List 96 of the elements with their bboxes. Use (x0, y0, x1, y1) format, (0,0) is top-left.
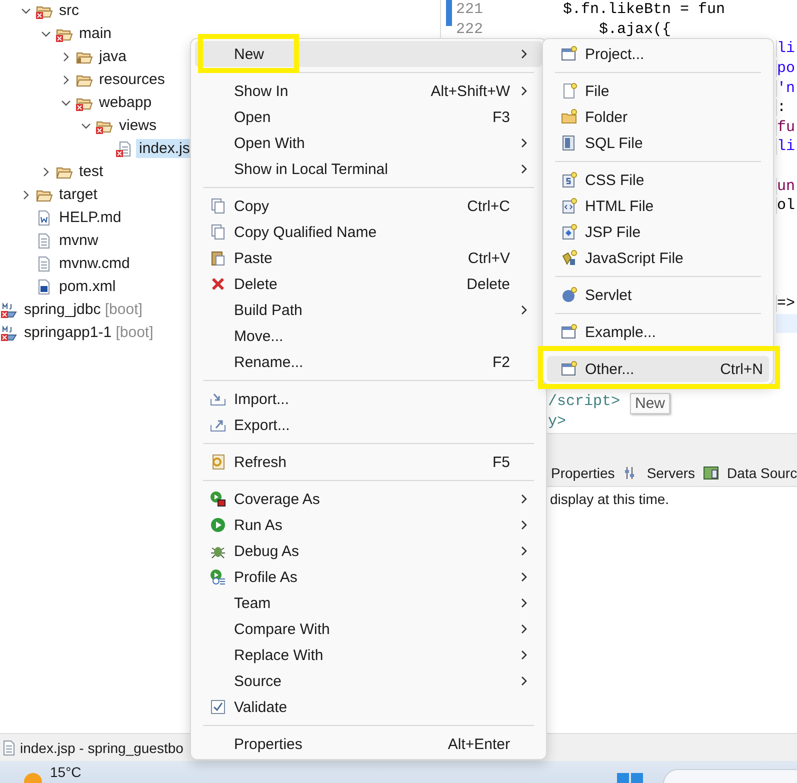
code-text: po (776, 60, 797, 78)
code-text: $.fn.likeBtn = fun (562, 1, 726, 18)
menu-item[interactable]: Run As (195, 512, 542, 538)
new-window-icon (561, 361, 577, 377)
tooltip: New (630, 393, 670, 414)
code-text: li (776, 138, 797, 156)
menu-item[interactable]: Example... (547, 319, 769, 345)
menu-item[interactable]: Folder (547, 104, 769, 130)
menu-item[interactable]: Project... (547, 41, 769, 67)
tree-item[interactable]: HELP.md (56, 208, 124, 227)
tree-item[interactable]: webapp (96, 93, 155, 112)
menu-item[interactable]: Rename... F2 (195, 349, 542, 375)
tree-item[interactable]: mvnw.cmd (56, 254, 133, 273)
menu-item[interactable]: Coverage As (195, 486, 542, 512)
copy-icon (210, 224, 226, 240)
code-text: => (776, 295, 797, 312)
line-number: 221 (455, 1, 484, 18)
tree-item[interactable]: pom.xml (56, 277, 119, 296)
menu-item[interactable]: Copy Ctrl+C (195, 193, 542, 219)
code-text: /script> (548, 393, 620, 410)
panel-message: display at this time. (550, 491, 670, 507)
tree-item[interactable]: resources (96, 70, 168, 89)
javascript-file-icon (561, 250, 577, 266)
menu-item[interactable]: Debug As (195, 538, 542, 564)
menu-item[interactable]: Profile As (195, 564, 542, 590)
run-icon (210, 517, 226, 533)
new-window-icon (561, 46, 577, 62)
menu-item[interactable]: CSS File (547, 167, 769, 193)
menu-item[interactable]: Validate (195, 694, 542, 720)
status-text: index.jsp - spring_guestbo (20, 740, 184, 756)
menu-item[interactable]: Source (195, 668, 542, 694)
menu-item[interactable]: HTML File (547, 193, 769, 219)
refresh-icon (210, 454, 226, 470)
code-text: $.ajax({ (598, 20, 672, 38)
jsp-file-icon (561, 224, 577, 240)
data-source-icon (703, 465, 720, 481)
menu-item[interactable]: Show In Alt+Shift+W (195, 78, 542, 104)
code-text: li (776, 40, 797, 58)
coverage-icon (210, 491, 226, 507)
menu-item[interactable]: Refresh F5 (195, 449, 542, 475)
menu-item[interactable]: JSP File (547, 219, 769, 245)
menu-item[interactable]: Open F3 (195, 104, 542, 130)
menu-item[interactable]: Properties Alt+Enter (195, 731, 542, 757)
line-number: 222 (455, 20, 484, 38)
tree-item[interactable]: main (76, 24, 115, 43)
menu-item[interactable]: Open With (195, 130, 542, 156)
tree-item[interactable]: target (56, 185, 100, 204)
menu-item[interactable]: Export... (195, 412, 542, 438)
copy-icon (210, 198, 226, 214)
new-folder-icon (561, 109, 577, 125)
code-text: : (776, 99, 797, 116)
menu-item[interactable]: Copy Qualified Name (195, 219, 542, 245)
menu-item[interactable]: New (195, 41, 542, 67)
menu-item[interactable]: Paste Ctrl+V (195, 245, 542, 271)
css-file-icon (561, 172, 577, 188)
panel-tab[interactable]: Servers (646, 465, 696, 481)
tree-item[interactable]: mvnw (56, 231, 102, 250)
code-text: 'n (776, 80, 797, 97)
tree-item[interactable]: spring_jdbc [boot] (21, 300, 146, 319)
import-icon (210, 391, 226, 407)
tree-item[interactable]: views (116, 116, 160, 135)
servlet-icon (561, 287, 577, 303)
menu-item[interactable]: Replace With (195, 642, 542, 668)
menu-item[interactable]: Import... (195, 386, 542, 412)
menu-item[interactable]: Build Path (195, 297, 542, 323)
tree-item[interactable]: index.js (136, 139, 193, 158)
menu-item[interactable]: Servlet (547, 282, 769, 308)
menu-item[interactable]: Other... Ctrl+N (547, 356, 769, 382)
temperature-text: 15°C (50, 764, 82, 780)
menu-item[interactable]: Move... (195, 323, 542, 349)
menu-item[interactable]: Team (195, 590, 542, 616)
menu-item[interactable]: JavaScript File (547, 245, 769, 271)
menu-item[interactable]: Compare With (195, 616, 542, 642)
menu-item[interactable]: Show in Local Terminal (195, 156, 542, 182)
delete-icon (210, 276, 226, 292)
html-file-icon (561, 198, 577, 214)
checkbox-icon (210, 699, 226, 715)
menu-item[interactable]: SQL File (547, 130, 769, 156)
new-file-icon (561, 83, 577, 99)
paste-icon (210, 250, 226, 266)
new-window-icon (561, 324, 577, 340)
tree-item[interactable]: test (76, 162, 106, 181)
tree-item[interactable]: springapp1-1 [boot] (21, 323, 156, 342)
code-text: un (776, 178, 797, 195)
panel-tab[interactable]: Data Sourc (727, 465, 797, 481)
code-text: ol (776, 197, 797, 214)
tree-item[interactable]: src (56, 1, 82, 20)
code-text: fu (776, 118, 797, 136)
panel-tab[interactable]: Properties (551, 465, 615, 481)
database-file-icon (561, 135, 577, 151)
change-marker (446, 0, 452, 26)
menu-item[interactable]: Delete Delete (195, 271, 542, 297)
profile-icon (210, 569, 226, 585)
code-text: y> (548, 412, 566, 430)
tree-item[interactable]: java (96, 47, 130, 66)
menu-item[interactable]: File (547, 78, 769, 104)
